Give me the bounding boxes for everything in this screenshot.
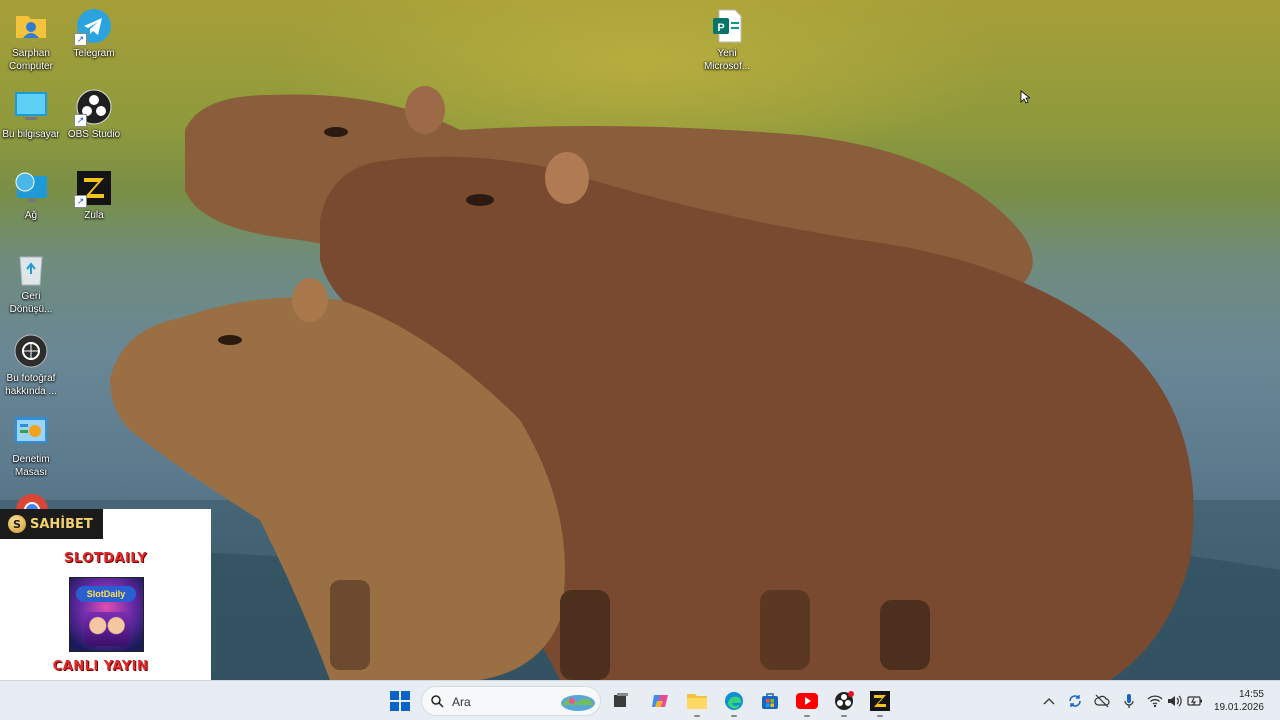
coin-logo-icon: S xyxy=(8,515,26,533)
desktop-icon-publisher-file[interactable]: P Yeni Microsof... xyxy=(696,8,758,73)
running-indicator xyxy=(841,715,847,717)
desktop-icon-label: Bu fotoğraf hakkında ... xyxy=(5,373,57,397)
copilot-icon xyxy=(652,695,668,707)
shortcut-arrow-icon: ↗ xyxy=(74,114,87,127)
onedrive-offline-button[interactable] xyxy=(1094,693,1110,709)
youtube-icon xyxy=(796,693,818,709)
windows-start-icon xyxy=(390,691,410,711)
desktop-icon-label: Zula xyxy=(84,210,104,221)
thumbnail-figures xyxy=(84,612,130,646)
shortcut-arrow-icon: ↗ xyxy=(74,195,87,208)
taskbar-search-box[interactable]: Ara xyxy=(421,686,601,716)
youtube-button[interactable] xyxy=(795,689,819,717)
publisher-file-icon: P xyxy=(709,8,745,44)
desktop-icon-label: Telegram xyxy=(73,48,115,59)
telegram-icon: ↗ xyxy=(74,8,112,46)
sync-icon xyxy=(1069,695,1081,707)
start-button[interactable] xyxy=(388,689,412,713)
running-indicator xyxy=(731,715,737,717)
store-button[interactable] xyxy=(758,689,782,713)
desktop-icon-label: Denetim Masası xyxy=(12,454,50,478)
about-photo-icon xyxy=(13,333,49,369)
edge-icon xyxy=(725,692,743,710)
recycle-bin-icon xyxy=(13,251,49,287)
desktop-icon-about-photo[interactable]: Bu fotoğraf hakkında ... xyxy=(0,333,62,398)
desktop-icon-telegram[interactable]: ↗ Telegram xyxy=(63,8,125,60)
search-placeholder: Ara xyxy=(452,695,471,709)
taskbar-clock[interactable]: 14:55 19.01.2026 xyxy=(1214,688,1264,714)
running-indicator xyxy=(694,715,700,717)
task-view-icon xyxy=(614,693,628,707)
file-explorer-icon xyxy=(687,694,707,709)
zula-icon: ↗ xyxy=(74,170,112,208)
thumbnail-badge: SlotDaily xyxy=(76,586,136,602)
wifi-button[interactable] xyxy=(1147,693,1163,709)
obs-icon xyxy=(835,691,854,710)
overlay-title: SLOTDAILY xyxy=(64,551,147,566)
microphone-button[interactable] xyxy=(1121,693,1137,709)
store-icon xyxy=(762,693,778,709)
desktop-icon-network[interactable]: Ağ xyxy=(0,170,62,222)
desktop-icon-label: Bu bilgisayar xyxy=(2,129,60,140)
speaker-icon xyxy=(1168,695,1182,707)
desktop-icon-zula[interactable]: ↗ Zula xyxy=(63,170,125,222)
desktop-icon-label: Sarphan Computer xyxy=(9,48,53,72)
desktop-icon-sarphan-computer[interactable]: Sarphan Computer xyxy=(0,8,62,73)
overlay-thumbnail: SlotDaily xyxy=(69,577,144,652)
desktop-icon-recycle-bin[interactable]: Geri Dönüşü... xyxy=(0,251,62,316)
cloud-off-icon xyxy=(1094,694,1110,708)
edge-button[interactable] xyxy=(722,689,746,717)
taskbar: Ara 14:55 19.01.2026 xyxy=(0,680,1280,720)
obs-icon: ↗ xyxy=(74,89,112,127)
desktop-icon-label: Geri Dönüşü... xyxy=(9,291,53,315)
battery-charging-icon xyxy=(1187,696,1202,706)
shortcut-arrow-icon: ↗ xyxy=(74,33,87,46)
clock-date: 19.01.2026 xyxy=(1213,702,1264,713)
search-icon xyxy=(431,695,444,708)
file-explorer-button[interactable] xyxy=(685,689,709,717)
svg-text:P: P xyxy=(717,22,724,34)
mouse-cursor-icon xyxy=(1020,90,1030,104)
clock-time: 14:55 xyxy=(1238,689,1264,700)
overlay-subtitle: CANLI YAYIN xyxy=(52,659,149,674)
network-icon xyxy=(13,170,49,206)
desktop-icon-label: Yeni Microsof... xyxy=(703,48,751,72)
wifi-icon xyxy=(1147,695,1163,708)
running-indicator xyxy=(877,715,883,717)
computer-icon xyxy=(13,89,49,125)
microphone-icon xyxy=(1124,694,1134,708)
chrome-icon[interactable] xyxy=(14,492,50,510)
brand-banner-top: S SAHİBET xyxy=(0,509,103,539)
stream-overlay-panel: S SAHİBET SLOTDAILY SlotDaily CANLI YAYI… xyxy=(0,509,211,680)
show-hidden-icons-button[interactable] xyxy=(1041,693,1057,709)
user-folder-icon xyxy=(13,8,49,44)
volume-button[interactable] xyxy=(1167,693,1183,709)
desktop-icon-label: Ağ xyxy=(24,210,38,221)
desktop-icon-obs[interactable]: ↗ OBS Studio xyxy=(63,89,125,141)
zula-icon xyxy=(870,691,890,711)
brand-name: SAHİBET xyxy=(30,516,93,532)
running-indicator xyxy=(804,715,810,717)
desktop-icon-control-panel[interactable]: Denetim Masası xyxy=(0,414,62,479)
desktop-icon-label: OBS Studio xyxy=(67,129,121,140)
battery-button[interactable] xyxy=(1187,693,1203,709)
desktop-icon-this-pc[interactable]: Bu bilgisayar xyxy=(0,89,62,141)
copilot-button[interactable] xyxy=(648,689,672,713)
obs-taskbar-button[interactable] xyxy=(832,689,856,717)
task-view-button[interactable] xyxy=(609,689,633,713)
chevron-up-icon xyxy=(1043,698,1055,705)
sync-status-button[interactable] xyxy=(1067,693,1083,709)
control-panel-icon xyxy=(13,414,49,450)
search-highlight-icon xyxy=(561,695,595,711)
zula-taskbar-button[interactable] xyxy=(868,689,892,717)
